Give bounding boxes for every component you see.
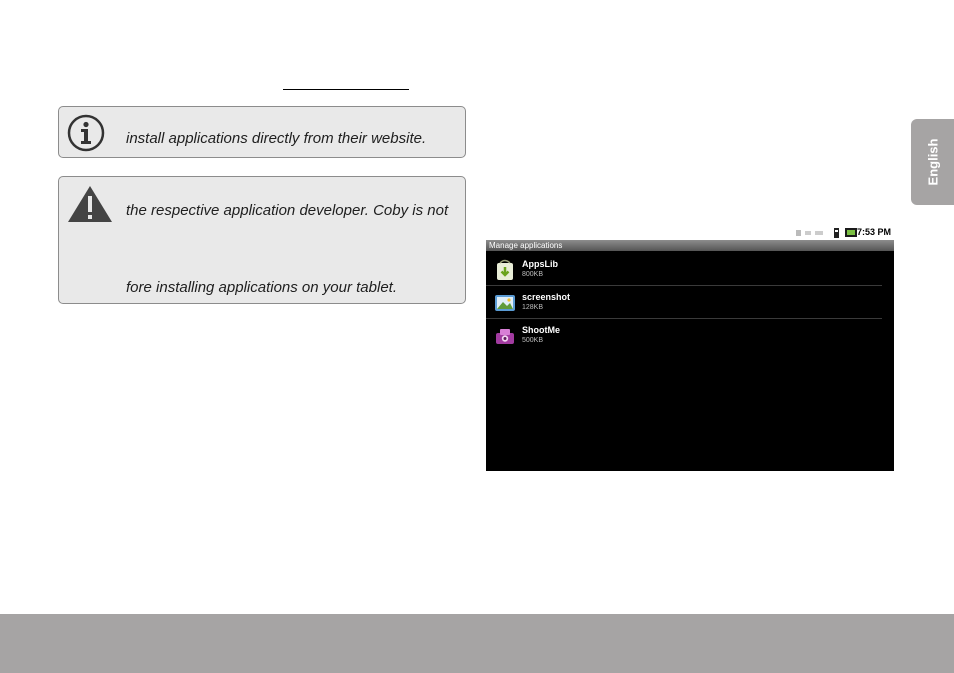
manage-applications-screenshot: 7:53 PM Manage applications AppsLib 800K… [486,226,894,471]
app-row-shootme[interactable]: ShootMe 500KB [486,319,894,352]
status-time: 7:53 PM [856,227,891,237]
app-size: 500KB [522,337,544,344]
app-row-screenshot[interactable]: screenshot 128KB [486,286,894,319]
underline-rule [283,89,409,90]
screenshot-app-icon [495,295,515,311]
app-name: ShootMe [522,325,560,335]
note-text: install applications directly from their… [126,130,427,147]
info-icon [67,114,105,152]
language-tab-label: English [925,138,940,186]
screen-title: Manage applications [489,241,563,250]
footer-band [0,614,954,673]
app-size: 128KB [522,304,544,311]
appslib-icon [497,259,513,280]
title-bar: Manage applications [486,240,894,251]
notification-icons [796,230,823,236]
note-box: install applications directly from their… [58,106,466,158]
language-tab: English [911,119,954,205]
app-name: AppsLib [522,259,558,269]
status-bar: 7:53 PM [486,226,894,240]
warning-text-line-2: fore installing applications on your tab… [126,279,397,296]
warning-text-line-1: the respective application developer. Co… [126,202,449,219]
warning-box: the respective application developer. Co… [58,176,466,304]
app-row-appslib[interactable]: AppsLib 800KB [486,253,894,286]
app-name: screenshot [522,292,571,302]
warning-icon [68,186,112,222]
battery-signal-icons [834,228,857,238]
app-size: 800KB [522,271,544,278]
shootme-icon [496,329,514,344]
